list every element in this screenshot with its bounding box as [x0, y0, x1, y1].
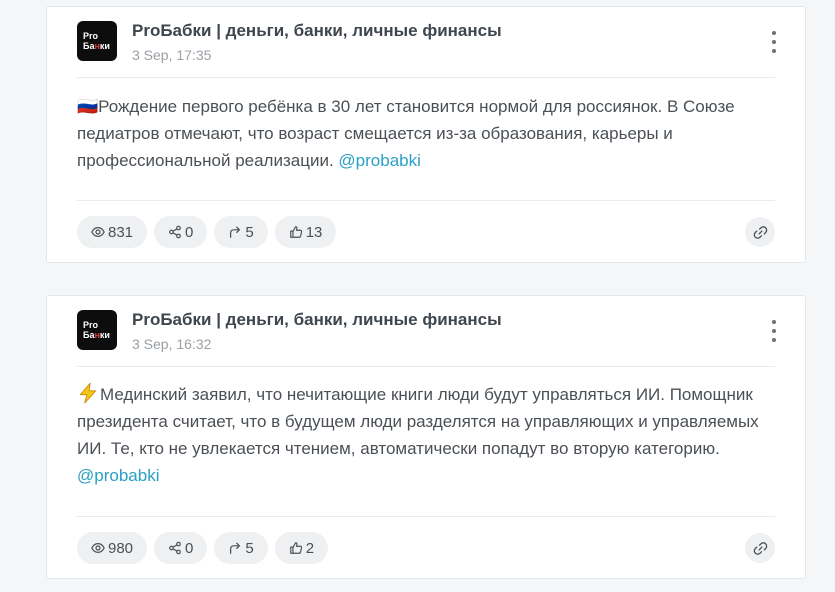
more-vertical-icon[interactable] — [771, 320, 777, 342]
link-icon — [753, 541, 767, 555]
post-card: Pro Банки ProБабки | деньги, банки, личн… — [46, 295, 806, 579]
eye-icon — [91, 543, 105, 553]
mention-link[interactable]: @probabki — [338, 151, 420, 170]
views-chip[interactable]: 980 — [77, 532, 148, 564]
eye-icon — [91, 227, 105, 237]
views-count: 980 — [108, 539, 134, 557]
post-body: Мединский заявил, что нечитающие книги л… — [77, 385, 759, 458]
forwards-chip[interactable]: 5 — [214, 532, 268, 564]
post-card: Pro Банки ProБабки | деньги, банки, личн… — [46, 6, 806, 263]
shares-count: 0 — [185, 223, 194, 241]
avatar-text-line1: Pro — [83, 320, 99, 330]
views-count: 831 — [108, 223, 134, 241]
divider — [77, 516, 775, 517]
reactions-chip[interactable]: 13 — [274, 216, 337, 248]
post-stats: 980 0 5 2 — [77, 532, 329, 564]
avatar-text-line2: Банки — [83, 330, 110, 340]
divider — [77, 200, 775, 201]
channel-avatar[interactable]: Pro Банки — [77, 21, 117, 61]
divider — [77, 366, 775, 367]
shares-chip[interactable]: 0 — [154, 216, 208, 248]
forward-icon — [230, 542, 241, 554]
share-icon — [169, 541, 181, 555]
reactions-chip[interactable]: 2 — [274, 532, 329, 564]
copy-link-button[interactable] — [745, 533, 775, 563]
post-date: 3 Sep, 17:35 — [132, 47, 212, 63]
thumbs-up-icon — [289, 542, 302, 554]
divider — [77, 77, 775, 78]
mention-link[interactable]: @probabki — [77, 466, 159, 485]
lightning-icon — [79, 382, 97, 404]
channel-name[interactable]: ProБабки | деньги, банки, личные финансы — [132, 310, 502, 330]
avatar-text-line1: Pro — [83, 31, 99, 41]
reactions-count: 2 — [305, 539, 315, 557]
channel-name[interactable]: ProБабки | деньги, банки, личные финансы — [132, 21, 502, 41]
channel-avatar[interactable]: Pro Банки — [77, 310, 117, 350]
forward-icon — [230, 226, 241, 238]
share-icon — [169, 225, 181, 239]
shares-chip[interactable]: 0 — [154, 532, 208, 564]
views-chip[interactable]: 831 — [77, 216, 148, 248]
thumbs-up-icon — [289, 226, 302, 238]
post-text: Мединский заявил, что нечитающие книги л… — [77, 381, 775, 489]
reactions-count: 13 — [305, 223, 323, 241]
forwards-count: 5 — [245, 223, 254, 241]
copy-link-button[interactable] — [745, 217, 775, 247]
forwards-chip[interactable]: 5 — [214, 216, 268, 248]
link-icon — [753, 225, 767, 239]
post-text: 🇷🇺Рождение первого ребёнка в 30 лет стан… — [77, 93, 775, 174]
forwards-count: 5 — [245, 539, 254, 557]
more-vertical-icon[interactable] — [771, 31, 777, 53]
shares-count: 0 — [185, 539, 194, 557]
post-date: 3 Sep, 16:32 — [132, 336, 212, 352]
avatar-text-line2: Банки — [83, 41, 110, 51]
post-stats: 831 0 5 13 — [77, 216, 337, 248]
